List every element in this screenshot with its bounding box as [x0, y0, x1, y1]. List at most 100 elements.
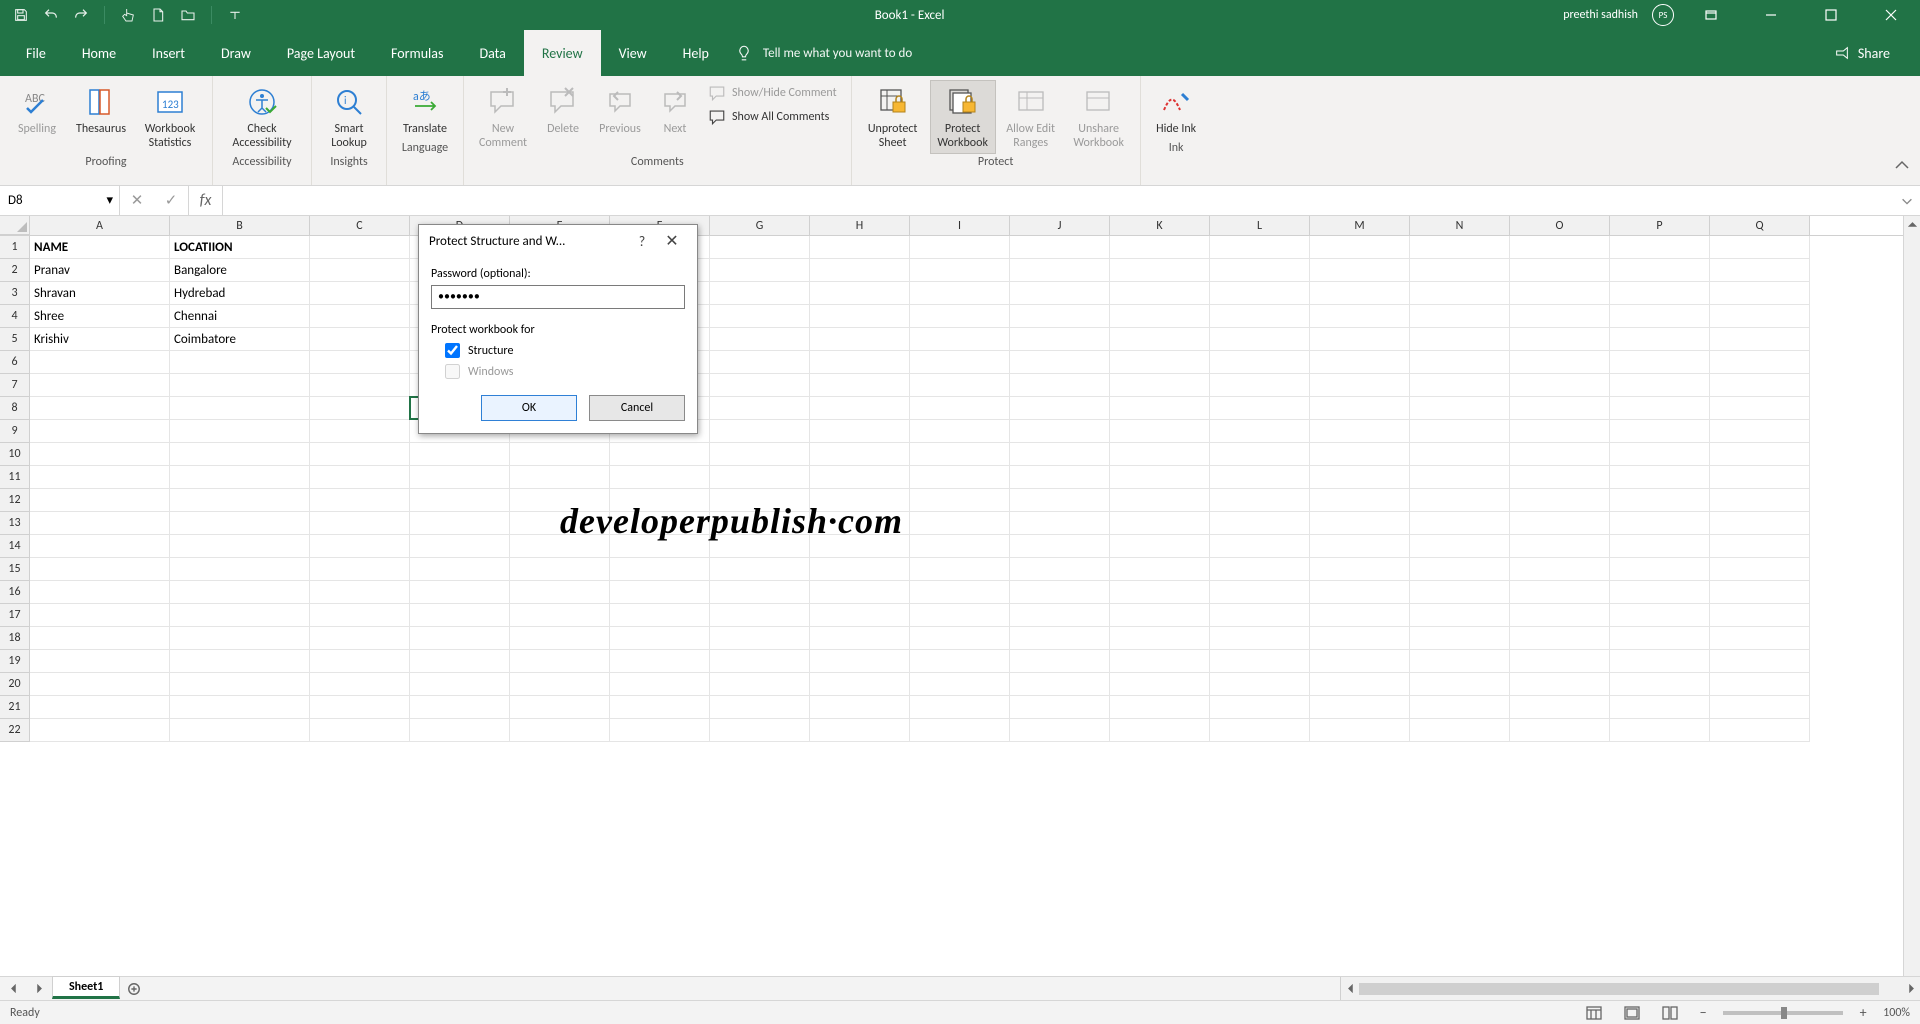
cell[interactable] — [1710, 650, 1810, 673]
expand-formula-bar-icon[interactable] — [1894, 186, 1920, 215]
smart-lookup-button[interactable]: i Smart Lookup — [320, 80, 378, 154]
cell[interactable] — [310, 673, 410, 696]
cell[interactable] — [710, 673, 810, 696]
ribbon-display-icon[interactable] — [1688, 0, 1734, 30]
cell[interactable] — [1510, 512, 1610, 535]
cell[interactable] — [170, 719, 310, 742]
cell[interactable] — [1410, 397, 1510, 420]
cell[interactable] — [1510, 305, 1610, 328]
cell[interactable] — [1610, 420, 1710, 443]
row-header[interactable]: 1 — [0, 236, 30, 259]
cell[interactable] — [1510, 604, 1610, 627]
cell[interactable] — [1310, 627, 1410, 650]
cell[interactable] — [310, 627, 410, 650]
cell[interactable] — [410, 443, 510, 466]
tab-home[interactable]: Home — [64, 30, 134, 76]
cell[interactable] — [310, 397, 410, 420]
cell[interactable] — [1210, 282, 1310, 305]
cell[interactable] — [170, 489, 310, 512]
cell[interactable] — [30, 558, 170, 581]
cell[interactable] — [1310, 719, 1410, 742]
cell[interactable] — [610, 466, 710, 489]
cell[interactable] — [410, 673, 510, 696]
cell[interactable] — [1610, 443, 1710, 466]
cell[interactable] — [1610, 305, 1710, 328]
row-header[interactable]: 4 — [0, 305, 30, 328]
cell[interactable] — [1110, 604, 1210, 627]
previous-comment-button[interactable]: Previous — [592, 80, 648, 154]
cell[interactable] — [1610, 719, 1710, 742]
cell[interactable] — [1710, 719, 1810, 742]
ok-button[interactable]: OK — [481, 395, 577, 421]
cell[interactable] — [610, 673, 710, 696]
cell[interactable] — [310, 328, 410, 351]
redo-icon[interactable] — [70, 4, 92, 26]
normal-view-icon[interactable] — [1581, 1003, 1607, 1023]
cell[interactable] — [310, 650, 410, 673]
sheet-scroll-right-icon[interactable] — [26, 977, 52, 1000]
col-header[interactable]: Q — [1710, 216, 1810, 235]
cell[interactable] — [1310, 351, 1410, 374]
cell[interactable] — [610, 650, 710, 673]
cell[interactable] — [410, 604, 510, 627]
show-all-comments-button[interactable]: Show All Comments — [702, 106, 843, 128]
horizontal-scrollbar[interactable] — [1340, 977, 1920, 1000]
unprotect-sheet-button[interactable]: Unprotect Sheet — [860, 80, 926, 154]
cell[interactable] — [1210, 420, 1310, 443]
cell[interactable] — [1410, 489, 1510, 512]
cell[interactable] — [30, 650, 170, 673]
cell[interactable] — [1410, 351, 1510, 374]
row-header[interactable]: 13 — [0, 512, 30, 535]
cell[interactable] — [1110, 397, 1210, 420]
cell[interactable] — [810, 328, 910, 351]
cell[interactable] — [1710, 673, 1810, 696]
cell[interactable] — [610, 719, 710, 742]
cell[interactable] — [1010, 512, 1110, 535]
row-header[interactable]: 10 — [0, 443, 30, 466]
cell[interactable] — [170, 466, 310, 489]
close-icon[interactable] — [1868, 0, 1914, 30]
cell[interactable] — [1210, 673, 1310, 696]
cell[interactable] — [1310, 282, 1410, 305]
col-header[interactable]: L — [1210, 216, 1310, 235]
unshare-workbook-button[interactable]: Unshare Workbook — [1066, 80, 1132, 154]
cell[interactable] — [170, 604, 310, 627]
cell[interactable] — [810, 604, 910, 627]
cell[interactable] — [1610, 650, 1710, 673]
cell[interactable] — [310, 466, 410, 489]
cell[interactable] — [1010, 466, 1110, 489]
col-header[interactable]: H — [810, 216, 910, 235]
cell[interactable] — [1510, 696, 1610, 719]
cell[interactable] — [1010, 673, 1110, 696]
cell[interactable] — [1010, 489, 1110, 512]
scroll-right-icon[interactable] — [1902, 984, 1920, 993]
cell[interactable] — [710, 558, 810, 581]
delete-comment-button[interactable]: Delete — [538, 80, 588, 154]
cell[interactable] — [1010, 305, 1110, 328]
cell[interactable] — [310, 443, 410, 466]
cell[interactable] — [910, 627, 1010, 650]
cell[interactable] — [910, 351, 1010, 374]
cell[interactable] — [710, 305, 810, 328]
cell[interactable] — [1010, 627, 1110, 650]
cell[interactable] — [710, 466, 810, 489]
cell[interactable] — [810, 259, 910, 282]
cell[interactable] — [810, 443, 910, 466]
cell[interactable]: Shree — [30, 305, 170, 328]
cell[interactable] — [1510, 581, 1610, 604]
cell[interactable] — [710, 328, 810, 351]
cell[interactable]: Shravan — [30, 282, 170, 305]
cell[interactable] — [710, 627, 810, 650]
cell[interactable] — [410, 719, 510, 742]
col-header[interactable]: I — [910, 216, 1010, 235]
row-header[interactable]: 18 — [0, 627, 30, 650]
cell[interactable] — [1310, 581, 1410, 604]
tab-help[interactable]: Help — [665, 30, 727, 76]
cell[interactable] — [1110, 282, 1210, 305]
cell[interactable] — [1310, 374, 1410, 397]
cell[interactable] — [1110, 489, 1210, 512]
row-header[interactable]: 5 — [0, 328, 30, 351]
cell[interactable] — [810, 351, 910, 374]
check-accessibility-button[interactable]: Check Accessibility — [221, 80, 303, 154]
cell[interactable] — [910, 604, 1010, 627]
